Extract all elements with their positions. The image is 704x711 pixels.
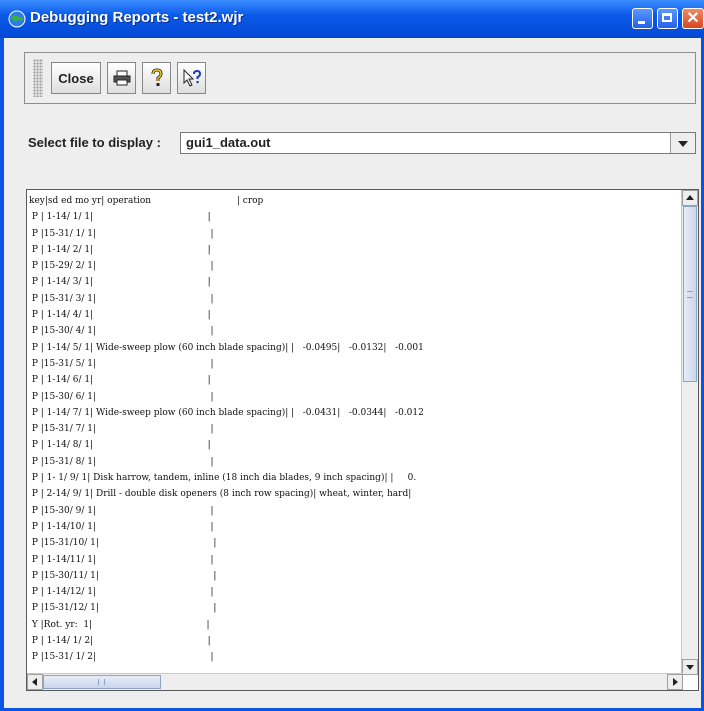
report-line: P | 1-14/ 4/ 1| | [29, 310, 211, 321]
scroll-left-icon[interactable] [27, 674, 43, 690]
report-line: P |15-31/ 5/ 1| | [29, 358, 214, 369]
close-icon: ✕ [686, 10, 700, 27]
scroll-down-icon[interactable] [682, 659, 698, 675]
chevron-down-icon[interactable] [670, 133, 695, 153]
report-line: P | 1- 1/ 9/ 1| Disk harrow, tandem, inl… [29, 473, 417, 484]
report-line: P | 2-14/ 9/ 1| Drill - double disk open… [29, 489, 412, 500]
report-line: P | 1-14/ 1/ 2| | [29, 636, 211, 647]
debugging-reports-window: Debugging Reports - test2.wjr ✕ Close Se… [0, 0, 704, 711]
report-line: P |15-30/ 9/ 1| | [29, 505, 214, 516]
file-select-dropdown[interactable]: gui1_data.out [180, 132, 696, 154]
help-button[interactable] [142, 62, 171, 94]
toolbar-grip[interactable] [33, 59, 43, 97]
report-line: P |15-30/ 6/ 1| | [29, 391, 214, 402]
minimize-button[interactable] [632, 8, 653, 29]
report-line: P |15-31/12/ 1| | [29, 603, 217, 614]
file-select-value: gui1_data.out [186, 135, 271, 150]
report-line: P |15-30/11/ 1| | [29, 570, 217, 581]
toolbar: Close [24, 52, 696, 104]
report-line: P | 1-14/ 3/ 1| | [29, 277, 211, 288]
report-line: P |15-30/ 4/ 1| | [29, 326, 214, 337]
context-help-button[interactable] [177, 62, 206, 94]
window-close-button[interactable]: ✕ [682, 8, 704, 29]
report-line: P | 1-14/11/ 1| | [29, 554, 214, 565]
report-line: P |15-31/ 1/ 2| | [29, 652, 214, 663]
report-lines: key|sd ed mo yr| operation | crop P | 1-… [29, 193, 679, 673]
scroll-right-icon[interactable] [667, 674, 683, 690]
report-line: P | 1-14/12/ 1| | [29, 587, 214, 598]
scroll-up-icon[interactable] [682, 190, 698, 206]
printer-icon [113, 70, 130, 86]
print-button[interactable] [107, 62, 136, 94]
arrow-question-icon [183, 69, 201, 87]
app-globe-icon [8, 10, 26, 28]
report-line: P | 1-14/10/ 1| | [29, 521, 214, 532]
report-line: P | 1-14/ 2/ 1| | [29, 244, 211, 255]
report-line: P |15-31/ 3/ 1| | [29, 293, 214, 304]
horizontal-scrollbar[interactable] [27, 673, 683, 690]
report-line: P |15-31/ 7/ 1| | [29, 424, 214, 435]
window-content: Close Select file to display: gui1_data… [4, 38, 701, 708]
report-line: P |15-29/ 2/ 1| | [29, 261, 214, 272]
report-line: P | 1-14/ 8/ 1| | [29, 440, 211, 451]
report-line: P | 1-14/ 5/ 1| Wide-sweep plow (60 inch… [29, 342, 424, 353]
maximize-button[interactable] [657, 8, 678, 29]
report-line: key|sd ed mo yr| operation | crop [29, 196, 264, 206]
report-line: P | 1-14/ 1/ 1| | [29, 212, 211, 223]
report-line: Y |Rot. yr: 1| | [29, 619, 210, 630]
report-line: P |15-31/ 8/ 1| | [29, 456, 214, 467]
report-line: P |15-31/ 1/ 1| | [29, 228, 214, 239]
report-line: P | 1-14/ 7/ 1| Wide-sweep plow (60 inch… [29, 407, 424, 418]
horizontal-scroll-thumb[interactable] [43, 675, 161, 689]
vertical-scrollbar[interactable] [681, 190, 698, 675]
title-bar[interactable]: Debugging Reports - test2.wjr ✕ [0, 0, 704, 38]
report-line: P | 1-14/ 6/ 1| | [29, 375, 211, 386]
vertical-scroll-thumb[interactable] [683, 206, 697, 382]
select-file-label: Select file to display : [28, 135, 161, 150]
window-title: Debugging Reports - test2.wjr [30, 9, 244, 26]
close-button[interactable]: Close [51, 62, 101, 94]
report-text-area[interactable]: key|sd ed mo yr| operation | crop P | 1-… [26, 189, 699, 691]
report-line: P |15-31/10/ 1| | [29, 538, 217, 549]
question-mark-icon [151, 68, 163, 86]
